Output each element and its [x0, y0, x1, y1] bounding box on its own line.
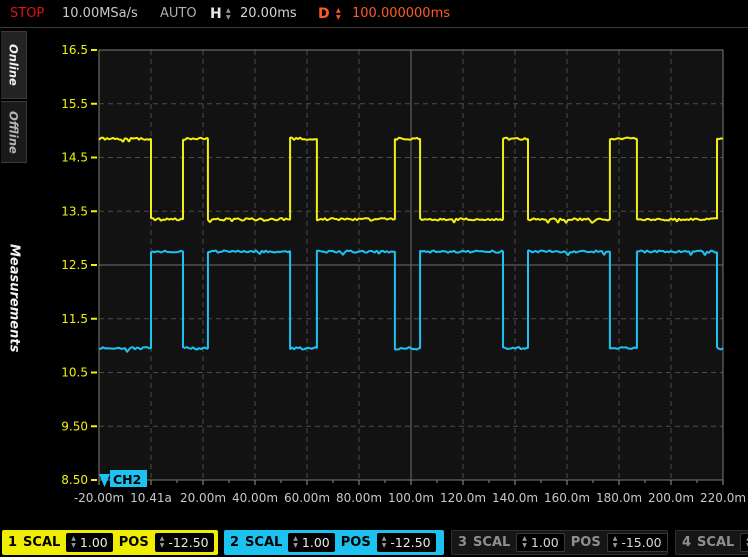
x-tick-label: 200.0m: [648, 491, 694, 505]
oscilloscope-plot[interactable]: -20.00m 10.41a 20.00m 40.00m 60.00m 80.00m 100…: [0, 28, 748, 527]
channel-1-position-value: -12.50: [168, 535, 208, 550]
top-status-bar: STOP 10.00MSa/s AUTO H ▲ ▼ 20.00ms D ▲ ▼…: [0, 0, 748, 28]
x-tick-label: 40.00m: [232, 491, 278, 505]
stepper-icon[interactable]: ▲▼: [613, 536, 618, 549]
y-tick-label: 12.5: [61, 258, 88, 272]
channel-2-position-value: -12.50: [390, 535, 430, 550]
channel-3-number: 3: [458, 535, 467, 550]
y-tick-label: 13.5: [61, 204, 88, 218]
x-tick-label: 20.00m: [180, 491, 226, 505]
scale-label: SCAL: [245, 535, 282, 550]
x-tick-label: 220.0m: [700, 491, 746, 505]
horizontal-scale-value[interactable]: 20.00ms: [240, 0, 297, 28]
y-tick-label: 9.50: [61, 419, 88, 433]
y-tick-label: 10.5: [61, 366, 88, 380]
channel-3-panel[interactable]: 3 SCAL ▲▼ 1.00 POS ▲▼ -15.00: [451, 530, 668, 555]
x-tick-label: 60.00m: [284, 491, 330, 505]
x-tick-label: 120.0m: [440, 491, 486, 505]
waveform-display-area: Online Offline Measurements -20.00m10.41…: [0, 28, 748, 527]
x-tick-label: 80.00m: [336, 491, 382, 505]
ch2-marker-label: CH2: [113, 472, 141, 487]
channel-2-scale-box[interactable]: ▲▼ 1.00: [288, 533, 334, 552]
x-tick-label: 140.0m: [492, 491, 538, 505]
channel-2-position-box[interactable]: ▲▼ -12.50: [377, 533, 436, 552]
x-tick-label: 100.0m: [388, 491, 434, 505]
delay-label: D: [318, 0, 330, 28]
x-tick-label: 10.41a: [130, 491, 172, 505]
stepper-up-icon[interactable]: ▲: [226, 8, 231, 14]
stepper-icon[interactable]: ▲▼: [71, 536, 76, 549]
channel-4-number: 4: [682, 535, 691, 550]
stepper-icon[interactable]: ▲▼: [160, 536, 165, 549]
channel-3-scale-box[interactable]: ▲▼ 1.00: [516, 533, 564, 552]
scale-label: SCAL: [697, 535, 734, 550]
channel-3-scale-value: 1.00: [531, 535, 559, 550]
y-tick-label: 11.5: [61, 312, 88, 326]
channel-3-position-value: -15.00: [621, 535, 661, 550]
channel-3-position-box[interactable]: ▲▼ -15.00: [607, 533, 668, 552]
channel-2-number: 2: [230, 535, 239, 550]
channel-4-panel[interactable]: 4 SCAL ▲▼ 5: [675, 530, 748, 555]
x-tick-label: 160.0m: [544, 491, 590, 505]
y-tick-label: 8.50: [61, 473, 88, 487]
scale-label: SCAL: [23, 535, 60, 550]
horizontal-scale-stepper[interactable]: ▲ ▼: [226, 0, 231, 28]
stepper-icon[interactable]: ▲▼: [382, 536, 387, 549]
channel-2-panel[interactable]: 2 SCAL ▲▼ 1.00 POS ▲▼ -12.50: [224, 530, 444, 555]
x-tick-label: -20.00m: [74, 491, 124, 505]
stepper-up-icon[interactable]: ▲: [336, 8, 341, 14]
channel-1-panel[interactable]: 1 SCAL ▲▼ 1.00 POS ▲▼ -12.50: [2, 530, 218, 555]
channel-1-scale-value: 1.00: [80, 535, 108, 550]
channel-1-position-box[interactable]: ▲▼ -12.50: [155, 533, 214, 552]
stepper-down-icon[interactable]: ▼: [226, 15, 231, 21]
position-label: POS: [341, 535, 371, 550]
stepper-icon[interactable]: ▲▼: [293, 536, 298, 549]
delay-stepper[interactable]: ▲ ▼: [336, 0, 341, 28]
channel-4-scale-box[interactable]: ▲▼ 5: [740, 533, 748, 552]
channel-settings-bar: 1 SCAL ▲▼ 1.00 POS ▲▼ -12.50 2 SCAL ▲▼ 1…: [0, 527, 748, 557]
run-state-label[interactable]: STOP: [10, 0, 44, 28]
position-label: POS: [119, 535, 149, 550]
scale-label: SCAL: [473, 535, 510, 550]
horizontal-scale-label: H: [210, 0, 222, 28]
y-tick-label: 14.5: [61, 151, 88, 165]
stepper-down-icon[interactable]: ▼: [336, 15, 341, 21]
channel-2-scale-value: 1.00: [302, 535, 330, 550]
channel-1-number: 1: [8, 535, 17, 550]
delay-value[interactable]: 100.000000ms: [352, 0, 450, 28]
y-tick-label: 15.5: [61, 97, 88, 111]
stepper-icon[interactable]: ▲▼: [522, 536, 527, 549]
x-tick-label: 180.0m: [596, 491, 642, 505]
position-label: POS: [571, 535, 601, 550]
sample-rate-label: 10.00MSa/s: [62, 0, 138, 28]
trigger-mode-label[interactable]: AUTO: [160, 0, 197, 28]
channel-1-scale-box[interactable]: ▲▼ 1.00: [66, 533, 112, 552]
y-tick-label: 16.5: [61, 43, 88, 57]
